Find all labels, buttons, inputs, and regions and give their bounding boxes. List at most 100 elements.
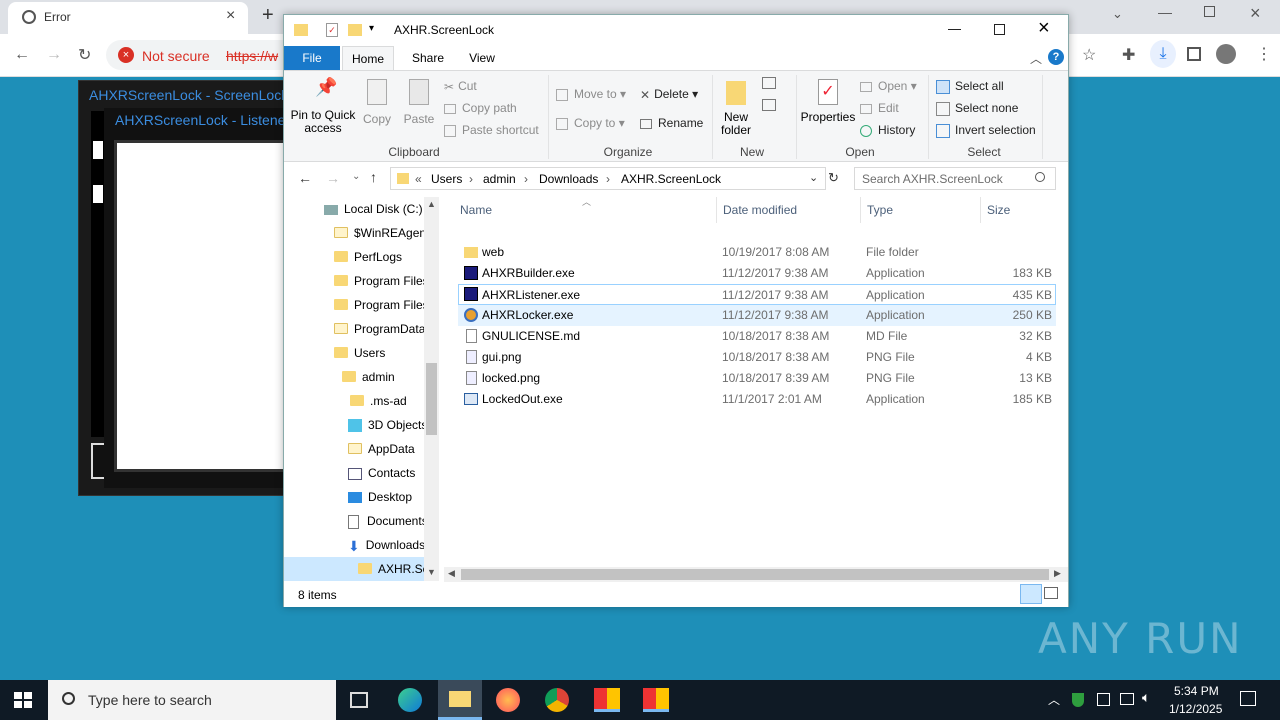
clock-date[interactable]: 1/12/2025 bbox=[1169, 702, 1222, 716]
file-row[interactable]: AHXRBuilder.exe 11/12/2017 9:38 AM Appli… bbox=[458, 263, 1056, 284]
refresh-icon[interactable]: ↻ bbox=[828, 170, 839, 186]
easy-access-icon[interactable] bbox=[762, 99, 776, 111]
edit-button[interactable]: Edit bbox=[860, 101, 899, 115]
tab-file[interactable]: File bbox=[284, 46, 340, 70]
file-explorer-window[interactable]: ✓ ▾ AXHR.ScreenLock — × File Home Share … bbox=[283, 14, 1069, 607]
sidepanel-icon[interactable] bbox=[1187, 47, 1201, 61]
tab-close-icon[interactable]: × bbox=[226, 7, 235, 25]
copy-button[interactable]: Copy bbox=[358, 79, 396, 126]
scroll-right-icon[interactable]: ▶ bbox=[1054, 568, 1061, 579]
tab-view[interactable]: View bbox=[456, 46, 508, 70]
crumb-users[interactable]: Users bbox=[431, 172, 462, 186]
new-folder-button[interactable]: New folder bbox=[716, 79, 756, 137]
nav-item-winreagent[interactable]: $WinREAgent bbox=[334, 221, 424, 245]
scroll-thumb[interactable] bbox=[461, 569, 1049, 580]
address-dropdown-icon[interactable]: ⌄ bbox=[809, 171, 818, 184]
file-row-selected[interactable]: AHXRLocker.exe 11/12/2017 9:38 AM Applic… bbox=[458, 305, 1056, 326]
security-tray-icon[interactable] bbox=[1072, 693, 1084, 707]
scroll-down-icon[interactable]: ▼ bbox=[427, 567, 436, 577]
profile-icon[interactable] bbox=[1216, 44, 1236, 64]
task-view-icon[interactable] bbox=[350, 692, 368, 708]
copy-path-button[interactable]: Copy path bbox=[444, 101, 517, 115]
nav-item-users[interactable]: Users bbox=[334, 341, 424, 365]
new-tab-icon[interactable]: + bbox=[262, 4, 274, 27]
nav-item-program-files[interactable]: Program Files bbox=[334, 269, 424, 293]
nav-item-3d-objects[interactable]: 3D Objects bbox=[348, 413, 424, 437]
restore-icon[interactable] bbox=[1204, 6, 1215, 17]
column-header-size[interactable]: Size bbox=[980, 197, 1056, 223]
close-icon[interactable]: × bbox=[1250, 3, 1261, 24]
details-view-icon[interactable] bbox=[1020, 584, 1042, 604]
column-header-type[interactable]: Type bbox=[860, 197, 978, 223]
file-row[interactable]: GNULICENSE.md 10/18/2017 8:38 AM MD File… bbox=[458, 326, 1056, 347]
chrome-tab[interactable]: Error × bbox=[8, 2, 248, 34]
file-row[interactable]: locked.png 10/18/2017 8:39 AM PNG File 1… bbox=[458, 368, 1056, 389]
column-header-name[interactable]: Name bbox=[454, 197, 714, 223]
nav-item-programdata[interactable]: ProgramData bbox=[334, 317, 424, 341]
history-button[interactable]: History bbox=[860, 123, 915, 137]
invert-selection-button[interactable]: Invert selection bbox=[936, 123, 1036, 138]
star-icon[interactable]: ☆ bbox=[1082, 45, 1096, 65]
pin-to-quick-access-button[interactable]: 📌 Pin to Quick access bbox=[290, 78, 356, 135]
nav-item-downloads[interactable]: ⬇ Downloads bbox=[348, 533, 424, 557]
nav-item-documents[interactable]: Documents bbox=[348, 509, 424, 533]
properties-qat-icon[interactable]: ✓ bbox=[326, 23, 338, 37]
chevron-up-icon[interactable]: ︿ bbox=[1030, 50, 1042, 67]
network-icon[interactable] bbox=[1120, 693, 1134, 705]
select-all-button[interactable]: Select all bbox=[936, 79, 1004, 94]
screenlock-checkbox[interactable] bbox=[93, 141, 103, 159]
minimize-icon[interactable]: — bbox=[948, 21, 961, 36]
firefox-icon[interactable] bbox=[496, 688, 520, 712]
tab-share[interactable]: Share bbox=[402, 46, 454, 70]
crumb-downloads[interactable]: Downloads bbox=[539, 172, 598, 186]
forward-arrow-icon[interactable]: → bbox=[326, 170, 340, 186]
paste-shortcut-button[interactable]: Paste shortcut bbox=[444, 123, 539, 137]
download-icon[interactable]: ⤓ bbox=[1150, 40, 1176, 68]
nav-item-appdata[interactable]: AppData bbox=[348, 437, 424, 461]
extensions-icon[interactable]: ✚ bbox=[1122, 45, 1135, 65]
tab-home[interactable]: Home bbox=[342, 46, 394, 70]
ahxr-app-icon[interactable] bbox=[594, 688, 620, 712]
cut-button[interactable]: ✂ Cut bbox=[444, 79, 477, 94]
scroll-left-icon[interactable]: ◀ bbox=[448, 568, 455, 579]
clock-time[interactable]: 5:34 PM bbox=[1174, 684, 1219, 698]
volume-icon[interactable]: 🔈︎ bbox=[1142, 689, 1150, 706]
rename-button[interactable]: Rename bbox=[640, 116, 703, 130]
listener-window[interactable]: AHXRScreenLock - Listener bbox=[104, 108, 290, 488]
up-arrow-icon[interactable]: ↑ bbox=[370, 169, 377, 185]
start-button[interactable] bbox=[14, 692, 32, 708]
file-row[interactable]: gui.png 10/18/2017 8:38 AM PNG File 4 KB bbox=[458, 347, 1056, 368]
open-button[interactable]: Open ▾ bbox=[860, 79, 917, 93]
nav-item-admin[interactable]: admin bbox=[342, 365, 424, 389]
scroll-up-icon[interactable]: ▲ bbox=[427, 199, 436, 209]
forward-icon[interactable]: → bbox=[46, 46, 62, 64]
recent-dropdown-icon[interactable]: ⌄ bbox=[352, 171, 360, 182]
properties-button[interactable]: ✓ Properties bbox=[798, 79, 858, 124]
chrome-icon[interactable] bbox=[545, 688, 569, 712]
ahxr-app-icon[interactable] bbox=[643, 688, 669, 712]
new-folder-qat-icon[interactable] bbox=[348, 24, 362, 36]
nav-item-contacts[interactable]: Contacts bbox=[348, 461, 424, 485]
nav-item-desktop[interactable]: Desktop bbox=[348, 485, 424, 509]
nav-item-program-files-x86[interactable]: Program Files bbox=[334, 293, 424, 317]
qat-dropdown-icon[interactable]: ▾ bbox=[369, 23, 374, 34]
chevron-down-icon[interactable]: ⌄ bbox=[1112, 6, 1123, 22]
move-to-button[interactable]: Move to ▾ bbox=[556, 87, 626, 101]
horizontal-scrollbar[interactable]: ◀ ▶ bbox=[444, 567, 1068, 582]
screenlock-checkbox[interactable] bbox=[93, 185, 103, 203]
minimize-icon[interactable]: — bbox=[1158, 4, 1172, 20]
notification-icon[interactable] bbox=[1240, 691, 1256, 706]
chevron-up-icon[interactable]: ︿ bbox=[1048, 691, 1060, 708]
crumb-current[interactable]: AXHR.ScreenLock bbox=[621, 172, 721, 186]
nav-item-ms-ad[interactable]: .ms-ad bbox=[350, 389, 424, 413]
column-header-date[interactable]: Date modified bbox=[716, 197, 858, 223]
delete-button[interactable]: ✕ Delete ▾ bbox=[640, 87, 698, 102]
edge-icon[interactable] bbox=[398, 688, 422, 712]
search-input[interactable]: Search AXHR.ScreenLock bbox=[854, 167, 1056, 190]
copy-to-button[interactable]: Copy to ▾ bbox=[556, 116, 625, 130]
scroll-thumb[interactable] bbox=[426, 363, 437, 435]
file-row[interactable]: web 10/19/2017 8:08 AM File folder bbox=[458, 242, 1056, 263]
close-icon[interactable]: × bbox=[1038, 17, 1050, 40]
address-input[interactable]: « Users › admin › Downloads › AXHR.Scree… bbox=[390, 167, 826, 190]
select-none-button[interactable]: Select none bbox=[936, 101, 1018, 116]
